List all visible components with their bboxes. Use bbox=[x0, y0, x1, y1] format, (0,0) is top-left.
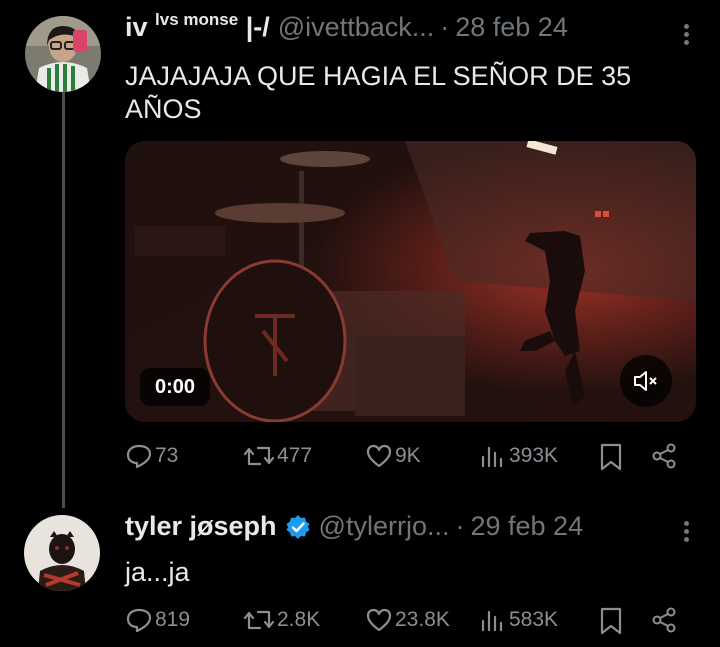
heart-icon bbox=[366, 444, 392, 468]
reply-button[interactable]: 73 bbox=[125, 442, 178, 470]
thread-connector-line bbox=[62, 92, 65, 508]
views-button[interactable]: 583K bbox=[479, 606, 558, 634]
repost-count: 2.8K bbox=[277, 608, 321, 631]
reply-icon bbox=[126, 608, 152, 633]
tweet-actions: 73 477 9K 393K bbox=[125, 442, 685, 478]
share-icon bbox=[652, 443, 676, 469]
verified-badge-icon bbox=[286, 514, 310, 539]
avatar[interactable] bbox=[25, 16, 101, 92]
speaker-muted-icon bbox=[634, 371, 657, 391]
share-icon bbox=[652, 607, 676, 633]
reply-icon bbox=[126, 444, 152, 469]
separator-dot: · bbox=[455, 511, 465, 541]
reply-button[interactable]: 819 bbox=[125, 606, 190, 634]
views-count: 393K bbox=[509, 444, 559, 467]
share-button[interactable] bbox=[650, 442, 678, 470]
like-count: 23.8K bbox=[395, 608, 450, 631]
views-button[interactable]: 393K bbox=[479, 442, 558, 470]
reply-count: 819 bbox=[155, 608, 191, 631]
author-name[interactable]: iv lvs monse |-/ bbox=[125, 10, 270, 43]
avatar[interactable] bbox=[24, 515, 100, 591]
separator-dot: · bbox=[440, 12, 450, 42]
repost-icon bbox=[243, 446, 275, 466]
more-options-icon[interactable] bbox=[684, 21, 690, 48]
like-button[interactable]: 23.8K bbox=[365, 606, 450, 634]
reply-count: 73 bbox=[155, 444, 179, 467]
video-time-badge: 0:00 bbox=[140, 368, 210, 406]
tweet-header: iv lvs monse |-/ @ivettback... · 28 feb … bbox=[125, 10, 568, 43]
repost-count: 477 bbox=[277, 444, 313, 467]
author-name[interactable]: tyler jøseph bbox=[125, 511, 277, 542]
tweet-text: JAJAJAJA QUE HAGIA EL SEÑOR DE 35 AÑOS bbox=[125, 61, 632, 124]
tweet-date[interactable]: 29 feb 24 bbox=[470, 511, 583, 542]
views-chart-icon bbox=[481, 610, 503, 632]
share-button[interactable] bbox=[650, 606, 678, 634]
tweet-actions: 819 2.8K 23.8K 583K bbox=[125, 606, 685, 642]
like-button[interactable]: 9K bbox=[365, 442, 421, 470]
heart-icon bbox=[366, 608, 392, 632]
mute-toggle-button[interactable] bbox=[620, 355, 672, 407]
author-handle[interactable]: @tylerrjo... bbox=[319, 511, 450, 542]
like-count: 9K bbox=[395, 444, 421, 467]
bookmark-button[interactable] bbox=[597, 606, 625, 636]
tweet-header: tyler jøseph @tylerrjo... · 29 feb 24 bbox=[125, 511, 583, 542]
repost-button[interactable]: 2.8K bbox=[243, 606, 320, 634]
video-frame bbox=[125, 141, 696, 422]
repost-button[interactable]: 477 bbox=[243, 442, 312, 470]
tweet-date[interactable]: 28 feb 24 bbox=[455, 12, 568, 43]
views-chart-icon bbox=[481, 446, 503, 468]
views-count: 583K bbox=[509, 608, 559, 631]
bookmark-icon bbox=[600, 443, 622, 471]
author-handle[interactable]: @ivettback... bbox=[278, 12, 434, 43]
bookmark-button[interactable] bbox=[597, 442, 625, 472]
repost-icon bbox=[243, 610, 275, 630]
more-options-icon[interactable] bbox=[684, 518, 690, 545]
bookmark-icon bbox=[600, 607, 622, 635]
tweet-text: ja...ja bbox=[125, 557, 190, 587]
video-player[interactable] bbox=[125, 141, 696, 422]
